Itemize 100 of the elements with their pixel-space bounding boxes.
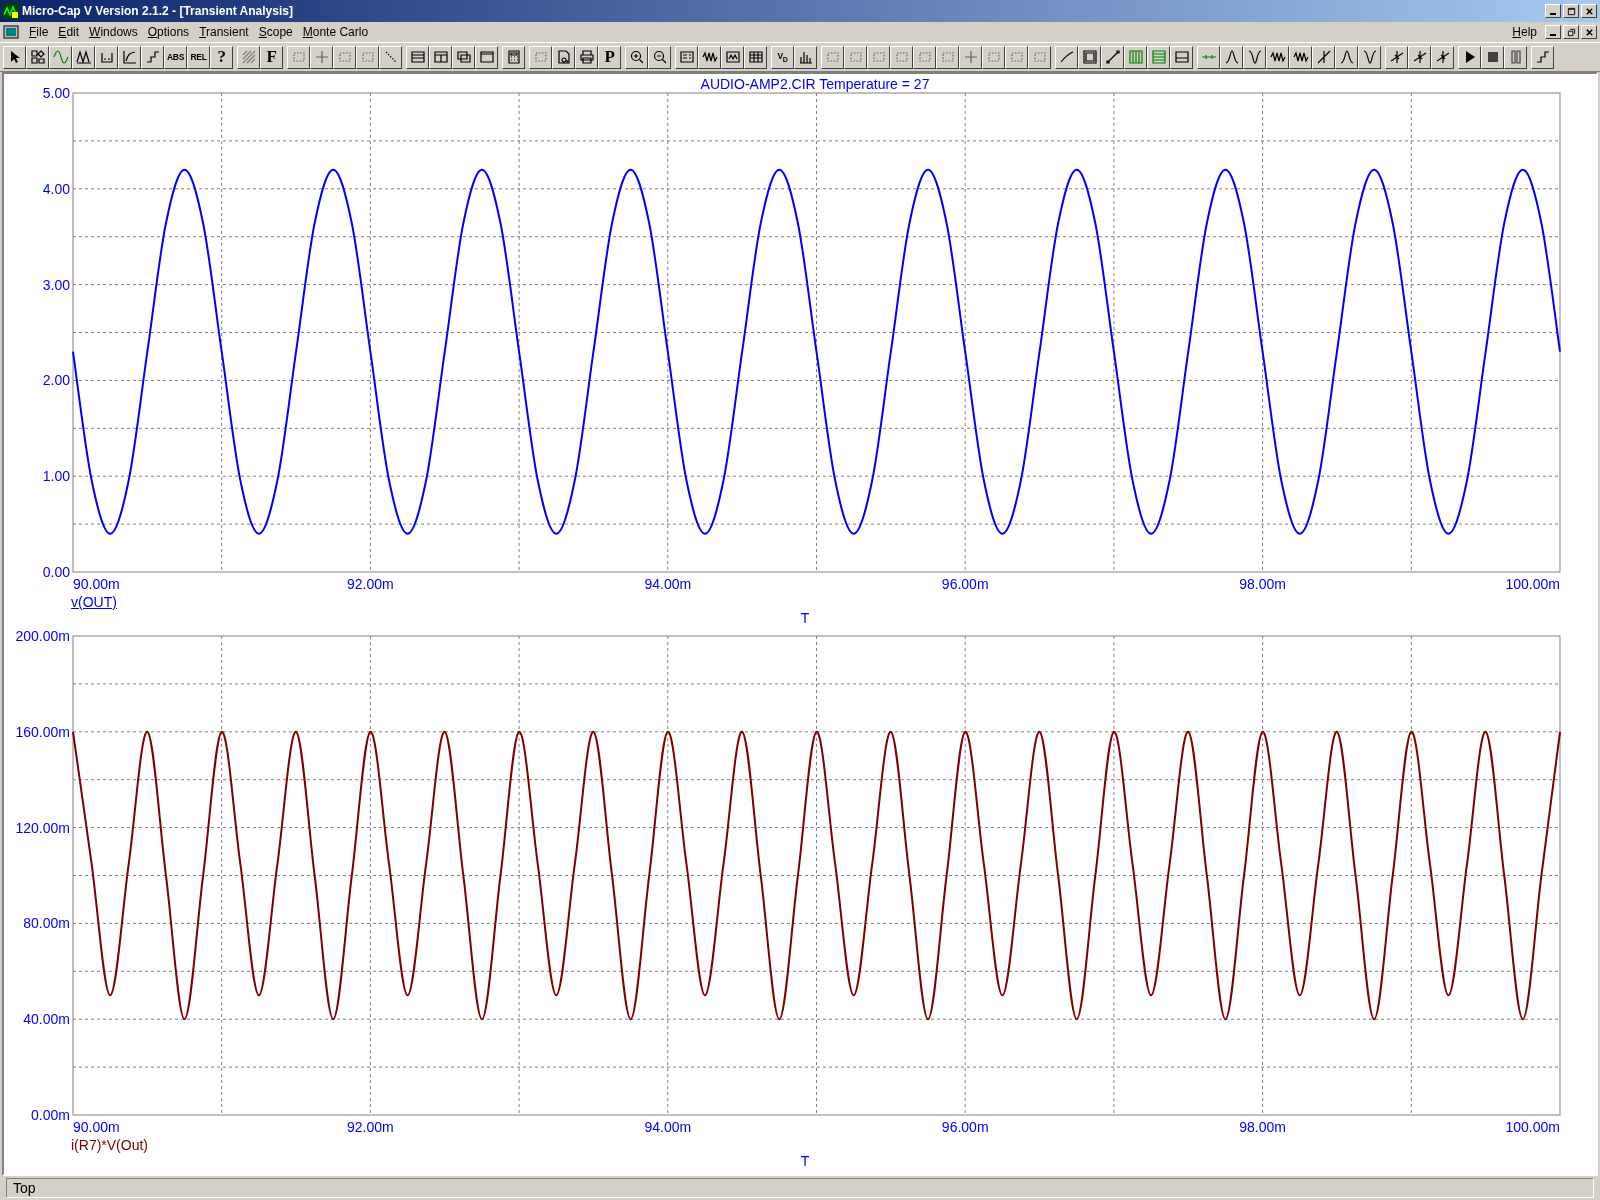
toolbar-button[interactable] — [698, 45, 721, 69]
toolbar-button[interactable] — [844, 45, 867, 69]
hatch-icon — [240, 49, 257, 65]
toolbar-button[interactable] — [118, 45, 141, 69]
toolbar-button[interactable] — [1481, 45, 1504, 69]
toolbar-button[interactable] — [867, 45, 890, 69]
toolbar-button[interactable] — [1266, 45, 1289, 69]
dotted-box-icon — [870, 49, 887, 65]
toolbar-button[interactable] — [287, 45, 310, 69]
toolbar-button[interactable] — [1005, 45, 1028, 69]
window-icon — [478, 49, 495, 65]
toolbar-button[interactable] — [1335, 45, 1358, 69]
toolbar-button[interactable] — [26, 45, 49, 69]
toolbar-button[interactable] — [1078, 45, 1101, 69]
toolbar-button[interactable] — [1197, 45, 1220, 69]
toolbar-button[interactable] — [356, 45, 379, 69]
toolbar-button[interactable] — [429, 45, 452, 69]
toolbar-button[interactable] — [1028, 45, 1051, 69]
toolbar-button[interactable] — [1147, 45, 1170, 69]
dotted-box-icon — [847, 49, 864, 65]
toolbar-button[interactable] — [721, 45, 744, 69]
toolbar-button[interactable] — [1055, 45, 1078, 69]
toolbar-button[interactable] — [1243, 45, 1266, 69]
tick-label: 92.00m — [347, 1119, 394, 1135]
bar-chart-icon — [797, 49, 814, 65]
menu-item[interactable]: Transient — [195, 25, 255, 39]
toolbar-button[interactable] — [1170, 45, 1193, 69]
toolbar-button[interactable] — [141, 45, 164, 69]
toolbar-button[interactable] — [452, 45, 475, 69]
toolbar-button[interactable] — [310, 45, 333, 69]
toolbar-button[interactable] — [1101, 45, 1124, 69]
toolbar-button[interactable] — [237, 45, 260, 69]
peaks-icon — [75, 49, 92, 65]
minimize-button[interactable] — [1545, 25, 1561, 39]
toolbar-button[interactable] — [475, 45, 498, 69]
help-menu[interactable]: Help — [1508, 25, 1543, 39]
toolbar-button[interactable] — [744, 45, 767, 69]
crosshair-icon — [962, 49, 979, 65]
toolbar-button[interactable] — [575, 45, 598, 69]
menu-item[interactable]: Windows — [85, 25, 144, 39]
toolbar-button[interactable] — [1531, 45, 1554, 69]
crosshair-icon — [313, 49, 330, 65]
menu-item[interactable]: File — [25, 25, 55, 39]
toolbar-button[interactable]: REL — [187, 45, 210, 69]
toolbar-button[interactable] — [675, 45, 698, 69]
toolbar-button[interactable] — [333, 45, 356, 69]
close-button[interactable] — [1581, 4, 1597, 18]
toolbar-button[interactable] — [1458, 45, 1481, 69]
toolbar-button[interactable] — [95, 45, 118, 69]
toolbar-button[interactable] — [406, 45, 429, 69]
toolbar-button[interactable] — [72, 45, 95, 69]
toolbar-button[interactable] — [794, 45, 817, 69]
toolbar-button[interactable] — [1220, 45, 1243, 69]
toolbar-button[interactable] — [1504, 45, 1527, 69]
toolbar-button[interactable] — [1408, 45, 1431, 69]
menu-item[interactable]: Monte Carlo — [298, 25, 375, 39]
toolbar-button[interactable] — [959, 45, 982, 69]
restore-button[interactable] — [1563, 25, 1579, 39]
toolbar-button[interactable]: F — [260, 45, 283, 69]
toolbar-button[interactable] — [982, 45, 1005, 69]
toolbar-button[interactable] — [49, 45, 72, 69]
tick-label: 4.00 — [42, 180, 70, 197]
toolbar-button[interactable]: ABS — [164, 45, 187, 69]
toolbar-button[interactable]: ? — [210, 45, 233, 69]
toolbar-button[interactable] — [1124, 45, 1147, 69]
toolbar-button[interactable]: P — [598, 45, 621, 69]
toolbar-button[interactable] — [1385, 45, 1408, 69]
series-label[interactable]: i(R7)*V(Out) — [71, 1137, 148, 1153]
toolbar-button[interactable] — [936, 45, 959, 69]
dotted-box-icon — [1031, 49, 1048, 65]
tick-label: 120.00m — [15, 819, 70, 836]
menu-item[interactable]: Edit — [54, 25, 86, 39]
toolbar-button[interactable] — [529, 45, 552, 69]
toolbar-button[interactable] — [1312, 45, 1335, 69]
toolbar-button[interactable] — [821, 45, 844, 69]
menu-item[interactable]: Options — [143, 25, 196, 39]
toolbar-button[interactable] — [3, 45, 26, 69]
series-label[interactable]: v(OUT) — [71, 594, 117, 610]
tick-label: 80.00m — [23, 915, 70, 932]
toolbar-button[interactable] — [648, 45, 671, 69]
toolbar-button[interactable] — [625, 45, 648, 69]
document-icon[interactable] — [3, 24, 19, 40]
tick-label: 90.00m — [73, 576, 120, 592]
toolbar-button[interactable] — [1289, 45, 1312, 69]
toolbar-button[interactable] — [1431, 45, 1454, 69]
zoom-in-icon — [628, 49, 645, 65]
toolbar-button[interactable] — [502, 45, 525, 69]
step-icon — [144, 49, 161, 65]
toolbar-button[interactable] — [890, 45, 913, 69]
toolbar-button[interactable] — [379, 45, 402, 69]
menu-item[interactable]: Scope — [254, 25, 299, 39]
toolbar-button[interactable] — [552, 45, 575, 69]
tick-label: 94.00m — [644, 576, 692, 592]
maximize-button[interactable] — [1563, 4, 1579, 18]
dotted-box-icon — [916, 49, 933, 65]
toolbar-button[interactable]: V$_{D}$ — [771, 45, 794, 69]
toolbar-button[interactable] — [1358, 45, 1381, 69]
toolbar-button[interactable] — [913, 45, 936, 69]
minimize-button[interactable] — [1545, 4, 1561, 18]
close-button[interactable] — [1581, 25, 1597, 39]
